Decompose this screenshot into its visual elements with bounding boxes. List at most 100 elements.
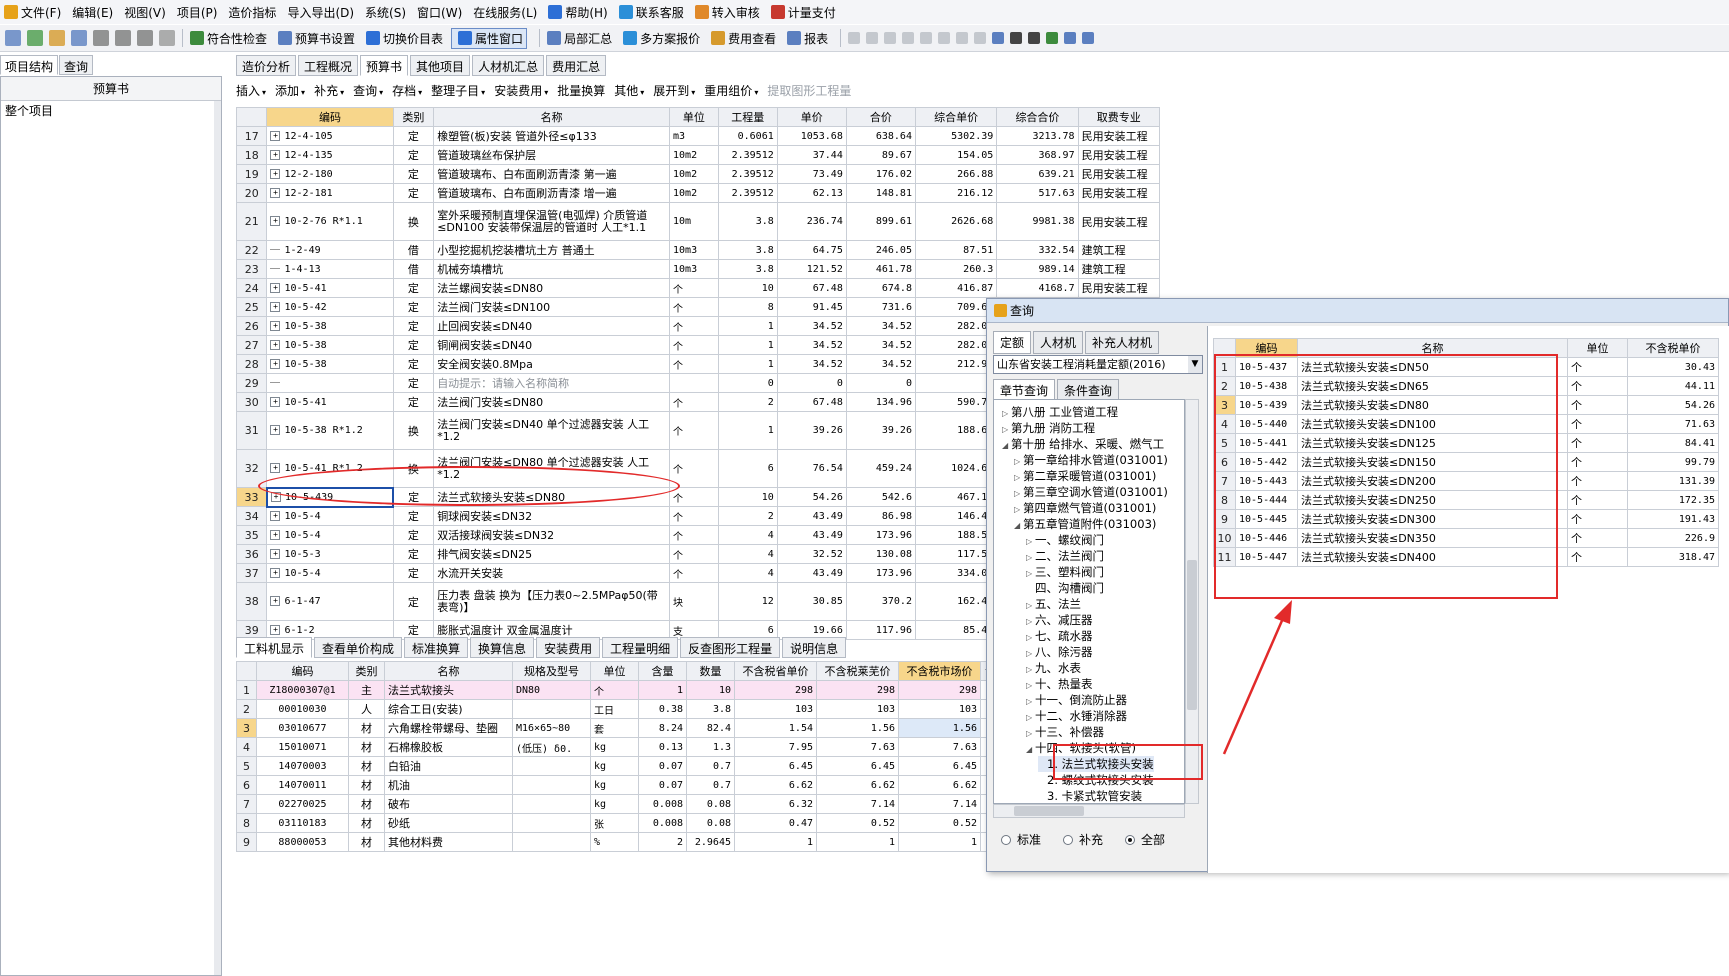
type-cell[interactable]: 材	[348, 775, 385, 795]
unit-cell[interactable]: 10m3	[669, 240, 719, 260]
table-row[interactable]: 6 14070011 材机油 kg 0.07 0.7 6.62 6.62 6.62	[236, 775, 1001, 795]
quota-library-select[interactable]: 山东省安装工程消耗量定额(2016) ▼	[993, 355, 1203, 374]
unit-cell[interactable]: 10m	[669, 202, 719, 241]
name-cell[interactable]: 法兰螺阀安装≤DN80	[433, 278, 671, 298]
column-header[interactable]: 单价	[776, 107, 847, 127]
qty-cell[interactable]: 4	[717, 563, 778, 583]
price-cell[interactable]: 1053.68	[776, 126, 847, 146]
unit-cell[interactable]: 个	[1567, 509, 1628, 529]
code-cell[interactable]: 15010071	[256, 737, 349, 757]
toolbar-nav-icon-13[interactable]	[1082, 32, 1095, 44]
price-cell[interactable]: 32.52	[776, 544, 847, 564]
menu-item-1[interactable]: 编辑(E)	[72, 4, 113, 21]
spec-cell[interactable]	[512, 775, 591, 795]
qty-cell[interactable]: 0.08	[686, 794, 735, 814]
code-cell[interactable]: 10-5-441	[1235, 433, 1298, 453]
name-cell[interactable]: 法兰式软接头安装≤DN250	[1297, 490, 1568, 510]
type-cell[interactable]: 换	[392, 202, 435, 241]
content-cell[interactable]: 0.07	[638, 775, 687, 795]
unit-cell[interactable]	[669, 373, 719, 393]
profession-cell[interactable]: 民用安装工程	[1077, 145, 1161, 165]
table-row[interactable]: 8 10-5-444 法兰式软接头安装≤DN250 个 172.35	[1213, 490, 1719, 510]
code-cell[interactable]: 10-5-439	[1235, 395, 1298, 415]
expand-plus-icon[interactable]: +	[270, 320, 281, 331]
profession-cell[interactable]: 民用安装工程	[1077, 278, 1161, 298]
unit-cell[interactable]: 个	[669, 506, 719, 526]
total-cell[interactable]: 899.61	[845, 202, 916, 241]
menu-item-6[interactable]: 系统(S)	[365, 4, 406, 21]
type-cell[interactable]: 定	[392, 278, 435, 298]
tree-expander-icon[interactable]: ◢	[1014, 518, 1023, 534]
total-cell[interactable]: 134.96	[845, 392, 916, 412]
tree-expander-icon[interactable]: ◢	[1026, 742, 1035, 758]
type-cell[interactable]: 定	[392, 126, 435, 146]
radio-option-2[interactable]: 全部	[1125, 831, 1165, 848]
name-cell[interactable]: 法兰式软接头安装≤DN300	[1297, 509, 1568, 529]
table-row[interactable]: 4 10-5-440 法兰式软接头安装≤DN100 个 71.63	[1213, 414, 1719, 434]
qty-cell[interactable]: 2.39512	[717, 183, 778, 203]
radio-option-0[interactable]: 标准	[1001, 831, 1041, 848]
tab-main-0[interactable]: 造价分析	[236, 55, 297, 76]
ctotal-cell[interactable]: 332.54	[996, 240, 1079, 260]
code-cell[interactable]: +10-5-439	[265, 486, 395, 508]
menu-item-9[interactable]: 帮助(H)	[548, 4, 608, 21]
toolbar-button-2[interactable]: 切换价目表	[363, 30, 443, 47]
type-cell[interactable]: 定	[392, 582, 435, 621]
menu-item-4[interactable]: 造价指标	[228, 4, 276, 21]
total-cell[interactable]: 34.52	[845, 354, 916, 374]
qty-cell[interactable]: 82.4	[686, 718, 735, 738]
code-cell[interactable]: +10-5-38	[266, 335, 394, 355]
toolbar-button-1[interactable]: 预算书设置	[275, 30, 355, 47]
code-cell[interactable]: +10-5-42	[266, 297, 394, 317]
column-header[interactable]: 取费专业	[1077, 107, 1161, 127]
table-row[interactable]: 9 88000053 材其他材料费% 2 2.9645 1 1 1	[236, 832, 1001, 852]
code-cell[interactable]: +10-5-4	[266, 506, 394, 526]
cprice-cell[interactable]: 188.54	[914, 525, 998, 545]
table-row[interactable]: 21 +10-2-76 R*1.1 换室外采暖预制直埋保温管(电弧焊) 介质管道≤D…	[235, 202, 1161, 241]
radio-button[interactable]	[1063, 834, 1074, 845]
table-row[interactable]: 4 15010071 材石棉橡胶板 (低压) δ0. kg 0.13 1.3 7.95 7.63…	[236, 737, 1001, 757]
code-cell[interactable]: 10-5-444	[1235, 490, 1298, 510]
subtool-11[interactable]: 提取图形工程量	[767, 82, 851, 99]
column-header[interactable]: 单位	[590, 661, 639, 681]
spec-cell[interactable]	[512, 813, 591, 833]
table-row[interactable]: 2 00010030 人综合工日(安装) 工日 0.38 3.8 103 103 103	[236, 699, 1001, 719]
tab-main-3[interactable]: 其他项目	[410, 55, 471, 76]
tab-dialog-2[interactable]: 补充人材机	[1085, 331, 1160, 354]
profession-cell[interactable]: 民用安装工程	[1077, 126, 1161, 146]
tab-dialog-1[interactable]: 人材机	[1033, 331, 1084, 354]
price-cell[interactable]: 71.63	[1627, 414, 1719, 434]
type-cell[interactable]: 定	[392, 392, 435, 412]
unit-cell[interactable]: 个	[669, 335, 719, 355]
cprice-cell[interactable]: 154.05	[914, 145, 998, 165]
unit-cell[interactable]: 个	[669, 354, 719, 374]
p1-cell[interactable]: 6.45	[734, 756, 817, 776]
p1-cell[interactable]: 1.54	[734, 718, 817, 738]
name-cell[interactable]: 法兰式软接头	[384, 680, 513, 700]
tree-vertical-scrollbar[interactable]	[1185, 399, 1199, 804]
unit-cell[interactable]: kg	[590, 775, 639, 795]
code-cell[interactable]: 10-5-445	[1235, 509, 1298, 529]
cprice-cell[interactable]: 212.96	[914, 354, 998, 374]
price-cell[interactable]: 172.35	[1627, 490, 1719, 510]
subtool-8[interactable]: 其他 ▾	[614, 82, 644, 99]
expand-plus-icon[interactable]: +	[270, 339, 281, 350]
table-row[interactable]: 18 +12-4-135 定管道玻璃丝布保护层 10m2 2.39512 37.44 89.…	[235, 145, 1161, 165]
code-cell[interactable]: 14070003	[256, 756, 349, 776]
subtool-3[interactable]: 查询 ▾	[353, 82, 383, 99]
qty-cell[interactable]: 1.3	[686, 737, 735, 757]
toolbar-nav-icon-7[interactable]	[974, 32, 987, 44]
content-cell[interactable]: 8.24	[638, 718, 687, 738]
qty-cell[interactable]: 3.8	[717, 259, 778, 279]
tab-detail-3[interactable]: 换算信息	[470, 637, 535, 658]
code-cell[interactable]: 03110183	[256, 813, 349, 833]
code-cell[interactable]: +12-2-180	[266, 164, 394, 184]
name-cell[interactable]: 小型挖掘机挖装槽坑土方 普通土	[433, 240, 671, 260]
tab-query[interactable]: 查询	[59, 55, 94, 75]
unit-cell[interactable]: 个	[669, 278, 719, 298]
radio-button[interactable]	[1125, 834, 1136, 845]
unit-cell[interactable]: kg	[590, 737, 639, 757]
column-header[interactable]: 不含税市场价	[898, 661, 981, 681]
cprice-cell[interactable]: 467.17	[914, 487, 998, 507]
code-cell[interactable]: 10-5-447	[1235, 547, 1298, 567]
